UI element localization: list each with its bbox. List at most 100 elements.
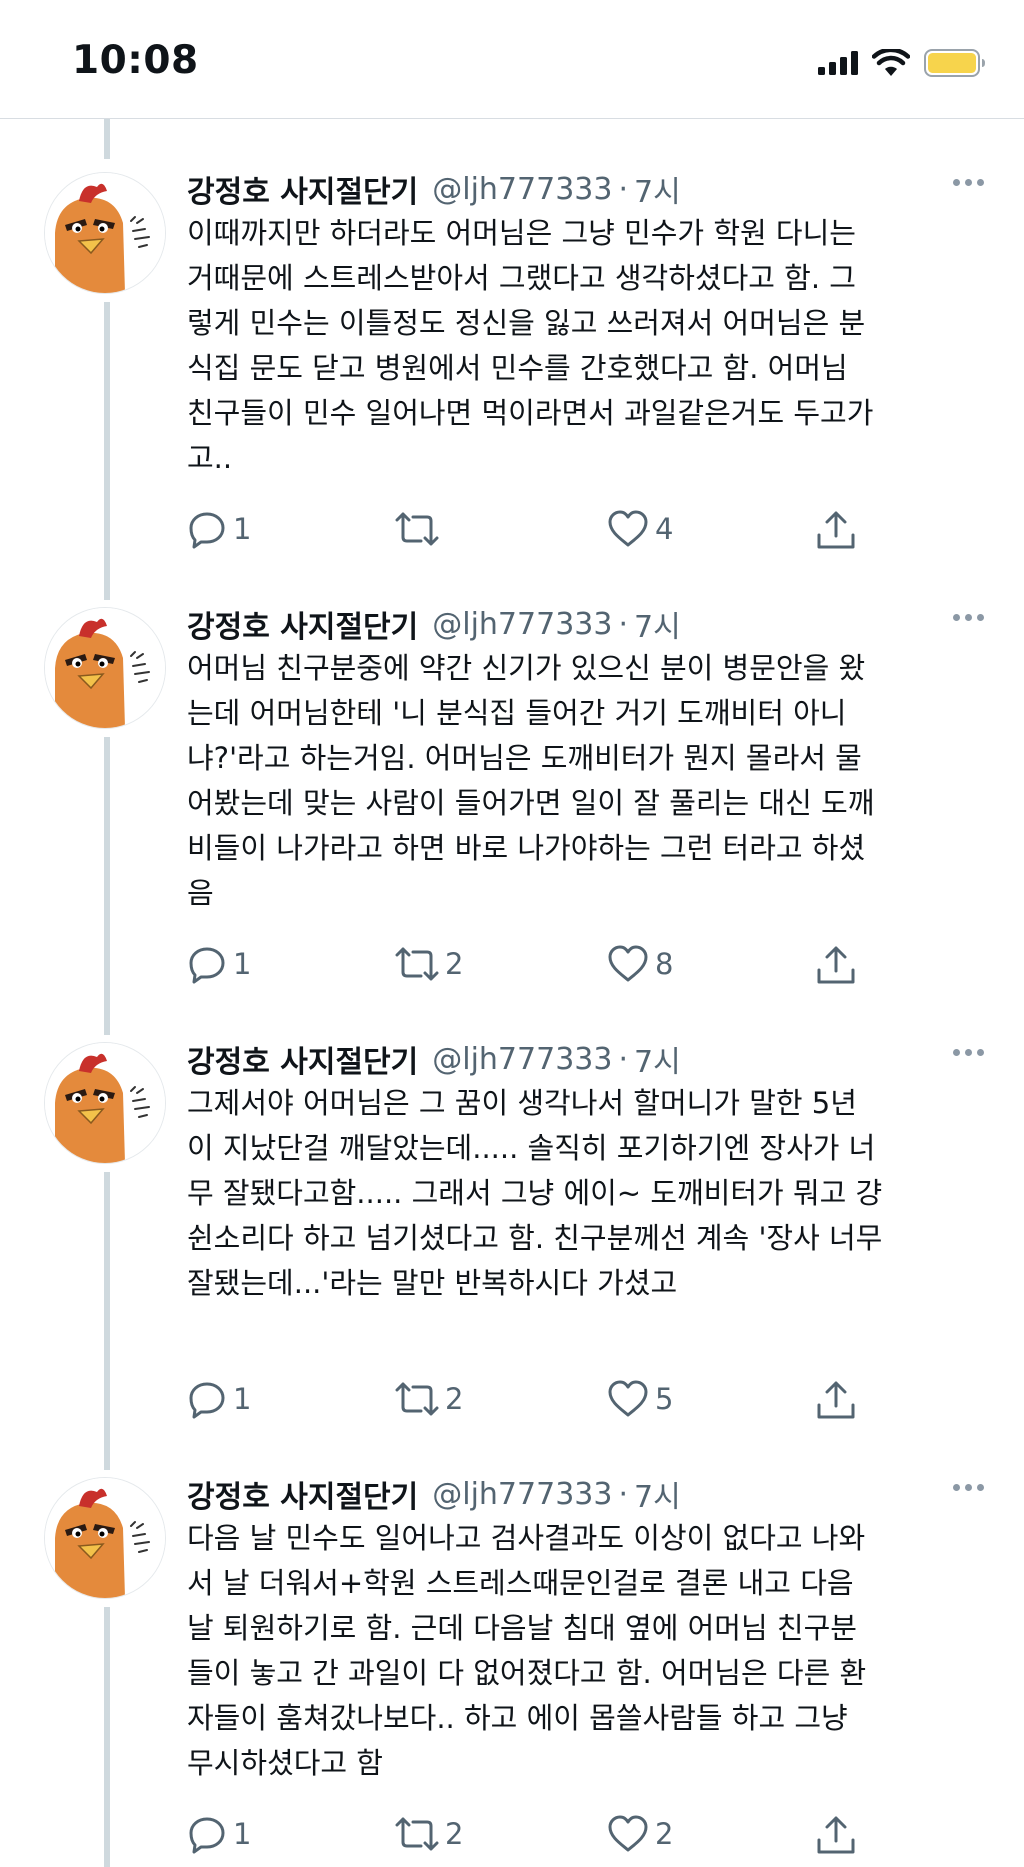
tweet-text-line: 친구들이 민수 일어나면 먹이라면서 과일같은거도 두고가 (187, 396, 874, 430)
tweet-header: 강정호 사지절단기 @ljh777333 · 7시 (187, 1037, 984, 1081)
tweet-text-line: 잘됐는데...'라는 말만 반복하시다 가셨고 (187, 1266, 678, 1300)
reply-icon (187, 509, 227, 549)
author-name[interactable]: 강정호 사지절단기 (187, 602, 418, 646)
tweet-time[interactable]: 7시 (634, 602, 681, 646)
like-icon (607, 1814, 649, 1854)
status-icons (818, 46, 986, 80)
thread-line (104, 1607, 110, 1867)
tweet-text-line: 냐?'라고 하는거임. 어머님은 도깨비터가 뭔지 몰라서 물 (187, 741, 862, 775)
share-icon (815, 509, 857, 551)
separator-dot: · (618, 1041, 629, 1077)
share-icon (815, 1379, 857, 1421)
retweet-icon (395, 509, 439, 549)
reply-button[interactable]: 1 (187, 1814, 251, 1854)
tweet-text: 이때까지만 하더라도 어머님은 그냥 민수가 학원 다니는거때문에 스트레스받아… (187, 211, 987, 481)
tweet-text-line: 어머님 친구분중에 약간 신기가 있으신 분이 병문안을 왔 (187, 651, 866, 685)
tweet-actions: 1 2 2 (187, 1814, 947, 1864)
tweet-text-line: 그제서야 어머님은 그 꿈이 생각나서 할머니가 말한 5년 (187, 1086, 857, 1120)
wifi-icon (872, 49, 910, 76)
retweet-count: 2 (445, 947, 464, 981)
share-button[interactable] (815, 944, 857, 986)
thread-line (104, 737, 110, 997)
like-button[interactable]: 4 (607, 509, 673, 549)
retweet-count: 2 (445, 1817, 464, 1851)
reply-count: 1 (233, 1382, 252, 1416)
reply-icon (187, 944, 227, 984)
tweet[interactable]: 강정호 사지절단기 @ljh777333 · 7시 어머님 친구분중에 약간 신기가 있… (0, 554, 1024, 997)
tweet-text-line: 다음 날 민수도 일어나고 검사결과도 이상이 없다고 나와 (187, 1521, 866, 1555)
like-button[interactable]: 5 (607, 1379, 673, 1419)
tweet-feed: 강정호 사지절단기 @ljh777333 · 7시 이때까지만 하더라도 어머님은 그냥… (0, 119, 1024, 1867)
more-options-icon[interactable] (953, 179, 984, 186)
retweet-button[interactable]: 2 (395, 1814, 463, 1854)
like-count: 5 (655, 1382, 674, 1416)
reply-count: 1 (233, 1817, 252, 1851)
author-handle: @ljh777333 (432, 171, 613, 207)
more-options-icon[interactable] (953, 1484, 984, 1491)
retweet-icon (395, 1814, 439, 1854)
share-icon (815, 944, 857, 986)
author-handle: @ljh777333 (432, 606, 613, 642)
tweet-text-line: 어봤는데 맞는 사람이 들어가면 일이 잘 풀리는 대신 도깨 (187, 786, 875, 820)
reply-icon (187, 1814, 227, 1854)
retweet-button[interactable]: 2 (395, 944, 463, 984)
thread-line-top (104, 1424, 110, 1470)
tweet-text-line: 무 잘됐다고함..... 그래서 그냥 에이~ 도깨비터가 뭐고 걍 (187, 1176, 883, 1210)
reply-count: 1 (233, 512, 252, 546)
tweet-text-line: 이 지났단걸 깨달았는데..... 솔직히 포기하기엔 장사가 너 (187, 1131, 876, 1165)
more-options-icon[interactable] (953, 614, 984, 621)
tweet-actions: 1 2 8 (187, 944, 947, 994)
tweet[interactable]: 강정호 사지절단기 @ljh777333 · 7시 이때까지만 하더라도 어머님은 그냥… (0, 119, 1024, 562)
tweet-time[interactable]: 7시 (634, 1472, 681, 1516)
tweet-text-line: 음 (187, 876, 214, 910)
thread-line-top (104, 554, 110, 600)
tweet-time[interactable]: 7시 (634, 167, 681, 211)
reply-icon (187, 1379, 227, 1419)
author-name[interactable]: 강정호 사지절단기 (187, 1472, 418, 1516)
reply-button[interactable]: 1 (187, 944, 251, 984)
tweet-text-line: 날 퇴원하기로 함. 근데 다음날 침대 옆에 어머님 친구분 (187, 1611, 857, 1645)
retweet-button[interactable]: 2 (395, 1379, 463, 1419)
share-button[interactable] (815, 1379, 857, 1421)
tweet-text: 다음 날 민수도 일어나고 검사결과도 이상이 없다고 나와서 날 더워서+학원… (187, 1516, 987, 1786)
reply-button[interactable]: 1 (187, 509, 251, 549)
avatar[interactable] (44, 1477, 166, 1599)
retweet-icon (395, 944, 439, 984)
tweet-time[interactable]: 7시 (634, 1037, 681, 1081)
separator-dot: · (618, 171, 629, 207)
share-icon (815, 1814, 857, 1856)
avatar[interactable] (44, 1042, 166, 1164)
tweet-actions: 1 2 5 (187, 1379, 947, 1429)
tweet[interactable]: 강정호 사지절단기 @ljh777333 · 7시 그제서야 어머님은 그 꿈이 생각나… (0, 989, 1024, 1432)
separator-dot: · (618, 606, 629, 642)
tweet-text-line: 거때문에 스트레스받아서 그랬다고 생각하셨다고 함. 그 (187, 261, 856, 295)
like-button[interactable]: 8 (607, 944, 673, 984)
tweet-text-line: 식집 문도 닫고 병원에서 민수를 간호했다고 함. 어머님 (187, 351, 848, 385)
signal-icon (818, 51, 858, 75)
reply-count: 1 (233, 947, 252, 981)
tweet-text-line: 서 날 더워서+학원 스트레스때문인걸로 결론 내고 다음 (187, 1566, 854, 1600)
reply-button[interactable]: 1 (187, 1379, 251, 1419)
thread-line-top (104, 989, 110, 1035)
like-button[interactable]: 2 (607, 1814, 673, 1854)
retweet-button[interactable] (395, 509, 445, 549)
author-handle: @ljh777333 (432, 1476, 613, 1512)
tweet-text-line: 자들이 훔쳐갔나보다.. 하고 에이 몹쓸사람들 하고 그냥 (187, 1701, 848, 1735)
tweet-text: 어머님 친구분중에 약간 신기가 있으신 분이 병문안을 왔 는데 어머님한테 '… (187, 646, 987, 916)
share-button[interactable] (815, 509, 857, 551)
tweet-text: 그제서야 어머님은 그 꿈이 생각나서 할머니가 말한 5년이 지났단걸 깨달았… (187, 1081, 987, 1306)
tweet-text-line: 이때까지만 하더라도 어머님은 그냥 민수가 학원 다니는 (187, 216, 856, 250)
author-handle: @ljh777333 (432, 1041, 613, 1077)
battery-icon (924, 49, 986, 77)
share-button[interactable] (815, 1814, 857, 1856)
author-name[interactable]: 강정호 사지절단기 (187, 1037, 418, 1081)
like-count: 8 (655, 947, 674, 981)
like-icon (607, 1379, 649, 1419)
avatar[interactable] (44, 172, 166, 294)
tweet-text-line: 들이 놓고 간 과일이 다 없어졌다고 함. 어머님은 다른 환 (187, 1656, 867, 1690)
more-options-icon[interactable] (953, 1049, 984, 1056)
author-name[interactable]: 강정호 사지절단기 (187, 167, 418, 211)
avatar[interactable] (44, 607, 166, 729)
tweet-text-line: 비들이 나가라고 하면 바로 나가야하는 그런 터라고 하셨 (187, 831, 866, 865)
tweet[interactable]: 강정호 사지절단기 @ljh777333 · 7시 다음 날 민수도 일어나고 검사결과… (0, 1424, 1024, 1867)
